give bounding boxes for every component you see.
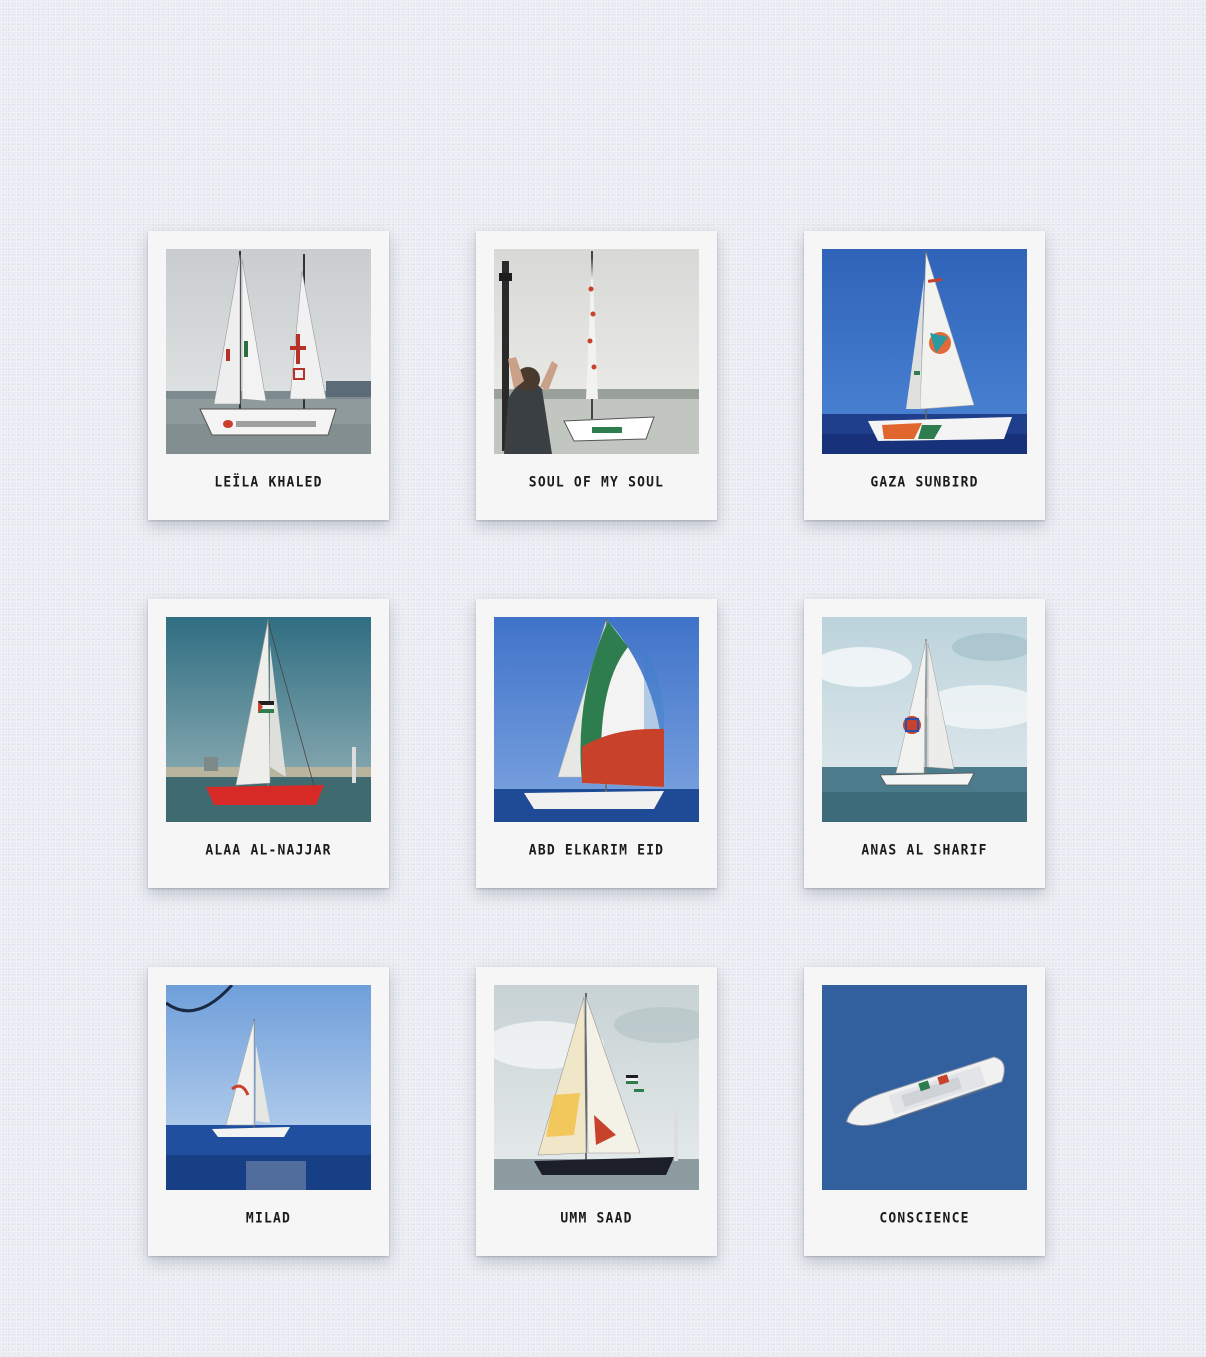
boat-name: ALAA AL-NAJJAR (205, 842, 332, 859)
polaroid-card[interactable]: UMM SAAD (476, 967, 717, 1256)
sailboat-open-sea-icon (822, 249, 1027, 454)
polaroid-card[interactable]: ALAA AL-NAJJAR (148, 599, 389, 888)
polaroid-card[interactable]: ANAS AL SHARIF (804, 599, 1045, 888)
sailboat-crowd-icon (494, 249, 699, 454)
ship-aerial-icon (822, 985, 1027, 1190)
sailboat-red-hull-icon (166, 617, 371, 822)
boat-name: CONSCIENCE (879, 1210, 970, 1227)
boat-name: SOUL OF MY SOUL (528, 474, 665, 491)
boat-name: UMM SAAD (560, 1210, 633, 1227)
sailboat-distant-icon (166, 985, 371, 1190)
boat-gallery: LEÏLA KHALED SOUL OF MY SOUL GAZA SUNBIR… (148, 231, 1046, 1256)
boat-name: ANAS AL SHARIF (861, 842, 988, 859)
polaroid-card[interactable]: LEÏLA KHALED (148, 231, 389, 520)
polaroid-card[interactable]: MILAD (148, 967, 389, 1256)
polaroid-card[interactable]: GAZA SUNBIRD (804, 231, 1045, 520)
polaroid-card[interactable]: ABD ELKARIM EID (476, 599, 717, 888)
boat-name: ABD ELKARIM EID (528, 842, 665, 859)
boat-name: MILAD (245, 1210, 292, 1227)
sailboat-spinnaker-icon (494, 617, 699, 822)
boat-name: LEÏLA KHALED (214, 474, 323, 491)
sailboat-cloudy-icon (822, 617, 1027, 822)
polaroid-card[interactable]: SOUL OF MY SOUL (476, 231, 717, 520)
polaroid-card[interactable]: CONSCIENCE (804, 967, 1045, 1256)
boat-name: GAZA SUNBIRD (870, 474, 979, 491)
sailboat-harbor-icon (166, 249, 371, 454)
sailboat-painted-sail-icon (494, 985, 699, 1190)
